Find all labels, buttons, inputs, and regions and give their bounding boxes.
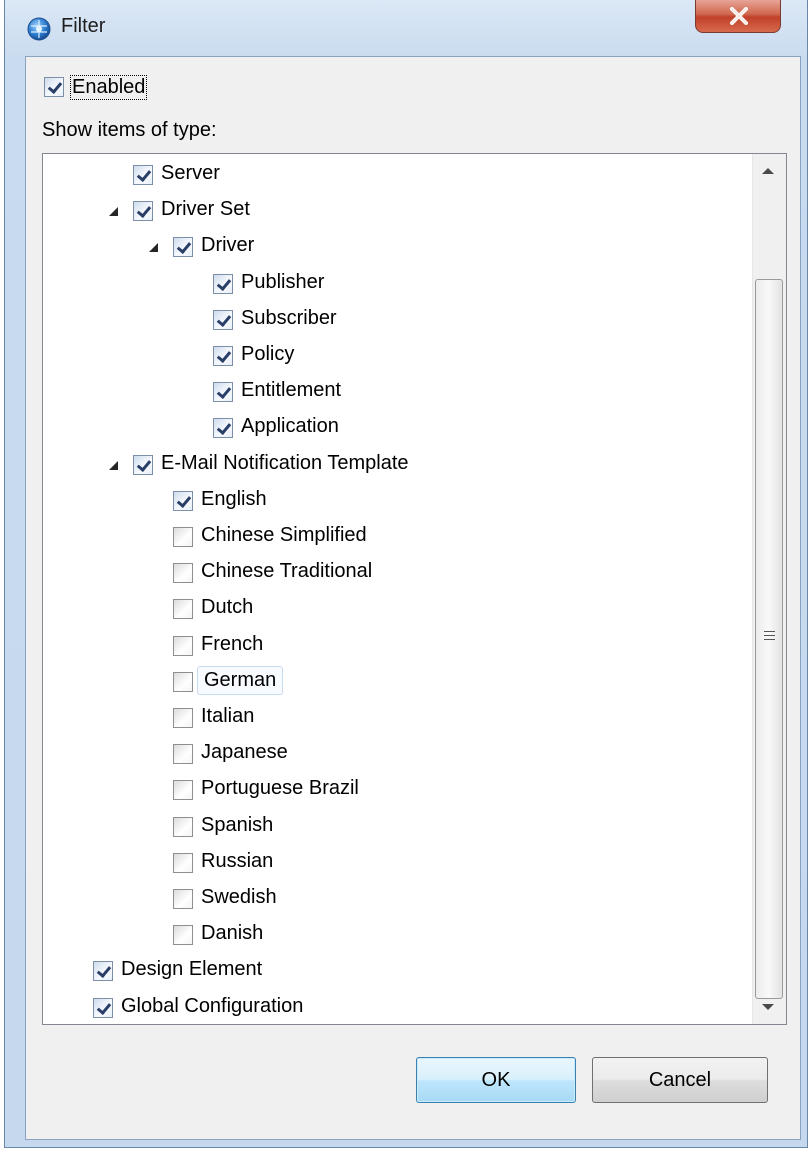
tree-item[interactable]: Swedish bbox=[43, 882, 743, 916]
dialog-client-area: Enabled Show items of type: Global Confi… bbox=[25, 56, 801, 1140]
scroll-up-arrow-icon[interactable] bbox=[762, 168, 774, 174]
tree-item-checkbox[interactable] bbox=[173, 889, 193, 909]
tree-item-checkbox[interactable] bbox=[173, 708, 193, 728]
tree-item-checkbox[interactable] bbox=[213, 382, 233, 403]
tree-item[interactable]: Russian bbox=[43, 846, 743, 880]
tree-item-label[interactable]: Publisher bbox=[237, 271, 328, 294]
tree-item[interactable]: Driver Set bbox=[43, 194, 743, 228]
tree-item[interactable]: Japanese bbox=[43, 737, 743, 771]
tree-item[interactable]: Subscriber bbox=[43, 303, 743, 337]
window-title: Filter bbox=[61, 15, 106, 37]
tree-item-label[interactable]: Danish bbox=[197, 922, 267, 945]
tree-item[interactable]: Driver bbox=[43, 230, 743, 264]
expand-arrow-icon[interactable] bbox=[109, 207, 118, 217]
tree-item[interactable]: German bbox=[43, 665, 743, 699]
expand-arrow-icon[interactable] bbox=[109, 460, 118, 470]
scroll-down-arrow-icon[interactable] bbox=[762, 1004, 774, 1010]
tree-item[interactable]: Application bbox=[43, 411, 743, 445]
tree-item-checkbox[interactable] bbox=[173, 599, 193, 620]
tree-item[interactable]: Italian bbox=[43, 701, 743, 735]
tree-item[interactable]: Chinese Traditional bbox=[43, 556, 743, 590]
tree-item-checkbox[interactable] bbox=[173, 816, 193, 837]
tree-item[interactable]: Global Configuration bbox=[43, 991, 743, 1024]
tree-item-checkbox[interactable] bbox=[173, 780, 193, 801]
tree-item[interactable]: Portuguese Brazil bbox=[43, 773, 743, 807]
tree-item-label[interactable]: Design Element bbox=[117, 958, 266, 981]
tree-item-label[interactable]: Application bbox=[237, 415, 343, 438]
tree-item[interactable]: Publisher bbox=[43, 267, 743, 301]
tree-item-label[interactable]: Dutch bbox=[197, 596, 257, 619]
globe-icon bbox=[27, 17, 51, 41]
tree-item[interactable]: Policy bbox=[43, 339, 743, 373]
tree-item-checkbox[interactable] bbox=[213, 418, 233, 439]
show-items-label: Show items of type: bbox=[42, 119, 217, 141]
tree-item-checkbox[interactable] bbox=[213, 346, 233, 366]
tree-item-checkbox[interactable] bbox=[173, 527, 193, 547]
tree-item-label[interactable]: Global Configuration bbox=[117, 995, 307, 1018]
grip-icon bbox=[764, 631, 775, 643]
tree-item-checkbox[interactable] bbox=[173, 852, 193, 873]
tree-item[interactable]: Chinese Simplified bbox=[43, 520, 743, 554]
tree-item-checkbox[interactable] bbox=[173, 744, 193, 765]
tree-item-label[interactable]: Driver bbox=[197, 234, 258, 257]
ok-button[interactable]: OK bbox=[416, 1057, 576, 1103]
tree-item-checkbox[interactable] bbox=[133, 165, 153, 185]
tree-item-label[interactable]: English bbox=[197, 488, 271, 511]
scrollbar-thumb[interactable] bbox=[755, 279, 783, 999]
tree-item-label[interactable]: Entitlement bbox=[237, 379, 345, 402]
tree-item-label[interactable]: Driver Set bbox=[157, 198, 254, 221]
tree-item[interactable]: English bbox=[43, 484, 743, 518]
tree-item-label[interactable]: German bbox=[197, 665, 284, 695]
tree-item-checkbox[interactable] bbox=[93, 961, 113, 982]
tree-item-checkbox[interactable] bbox=[173, 563, 193, 584]
tree-item-label[interactable]: Policy bbox=[237, 343, 298, 366]
tree-item-checkbox[interactable] bbox=[133, 201, 153, 222]
tree-item-checkbox[interactable] bbox=[213, 273, 233, 294]
enabled-checkbox[interactable] bbox=[44, 77, 64, 97]
cancel-button[interactable]: Cancel bbox=[592, 1057, 768, 1103]
tree-item[interactable]: Spanish bbox=[43, 810, 743, 844]
tree-item-checkbox[interactable] bbox=[133, 454, 153, 475]
tree-item[interactable]: Server bbox=[43, 158, 743, 192]
tree-item-checkbox[interactable] bbox=[173, 237, 193, 258]
tree-item-label[interactable]: Portuguese Brazil bbox=[197, 777, 363, 800]
tree-item-checkbox[interactable] bbox=[173, 490, 193, 511]
tree-item[interactable]: Entitlement bbox=[43, 375, 743, 409]
tree-item-label[interactable]: Chinese Simplified bbox=[197, 524, 371, 547]
tree-item-label[interactable]: Swedish bbox=[197, 886, 281, 909]
enabled-label[interactable]: Enabled bbox=[70, 75, 148, 100]
tree-item-label[interactable]: Russian bbox=[197, 850, 277, 873]
tree-item[interactable]: French bbox=[43, 629, 743, 663]
title-bar[interactable]: Filter bbox=[5, 0, 807, 56]
tree-item-label[interactable]: Japanese bbox=[197, 741, 292, 764]
tree-item[interactable]: Danish bbox=[43, 918, 743, 952]
tree-item-label[interactable]: Server bbox=[157, 162, 224, 185]
tree-item-label[interactable]: Subscriber bbox=[237, 307, 341, 330]
tree-item-checkbox[interactable] bbox=[173, 635, 193, 656]
vertical-scrollbar[interactable] bbox=[752, 154, 786, 1024]
tree-item-label[interactable]: Italian bbox=[197, 705, 258, 728]
filter-dialog: Filter Enabled Show items of type: Globa… bbox=[4, 0, 808, 1148]
tree-item[interactable]: E-Mail Notification Template bbox=[43, 448, 743, 482]
tree-item-label[interactable]: E-Mail Notification Template bbox=[157, 452, 413, 475]
type-tree[interactable]: Global Configuration Design Element Danish… bbox=[42, 153, 787, 1025]
close-button[interactable] bbox=[695, 0, 781, 33]
tree-item-label[interactable]: Spanish bbox=[197, 814, 277, 837]
tree-item-checkbox[interactable] bbox=[173, 671, 193, 692]
expand-arrow-icon[interactable] bbox=[149, 243, 158, 253]
close-icon bbox=[730, 7, 748, 25]
tree-item-checkbox[interactable] bbox=[173, 925, 193, 946]
tree-item[interactable]: Design Element bbox=[43, 954, 743, 988]
tree-item[interactable]: Dutch bbox=[43, 592, 743, 626]
tree-item-checkbox[interactable] bbox=[213, 309, 233, 330]
tree-item-checkbox[interactable] bbox=[93, 997, 113, 1018]
tree-item-label[interactable]: Chinese Traditional bbox=[197, 560, 376, 583]
tree-item-label[interactable]: French bbox=[197, 633, 267, 656]
